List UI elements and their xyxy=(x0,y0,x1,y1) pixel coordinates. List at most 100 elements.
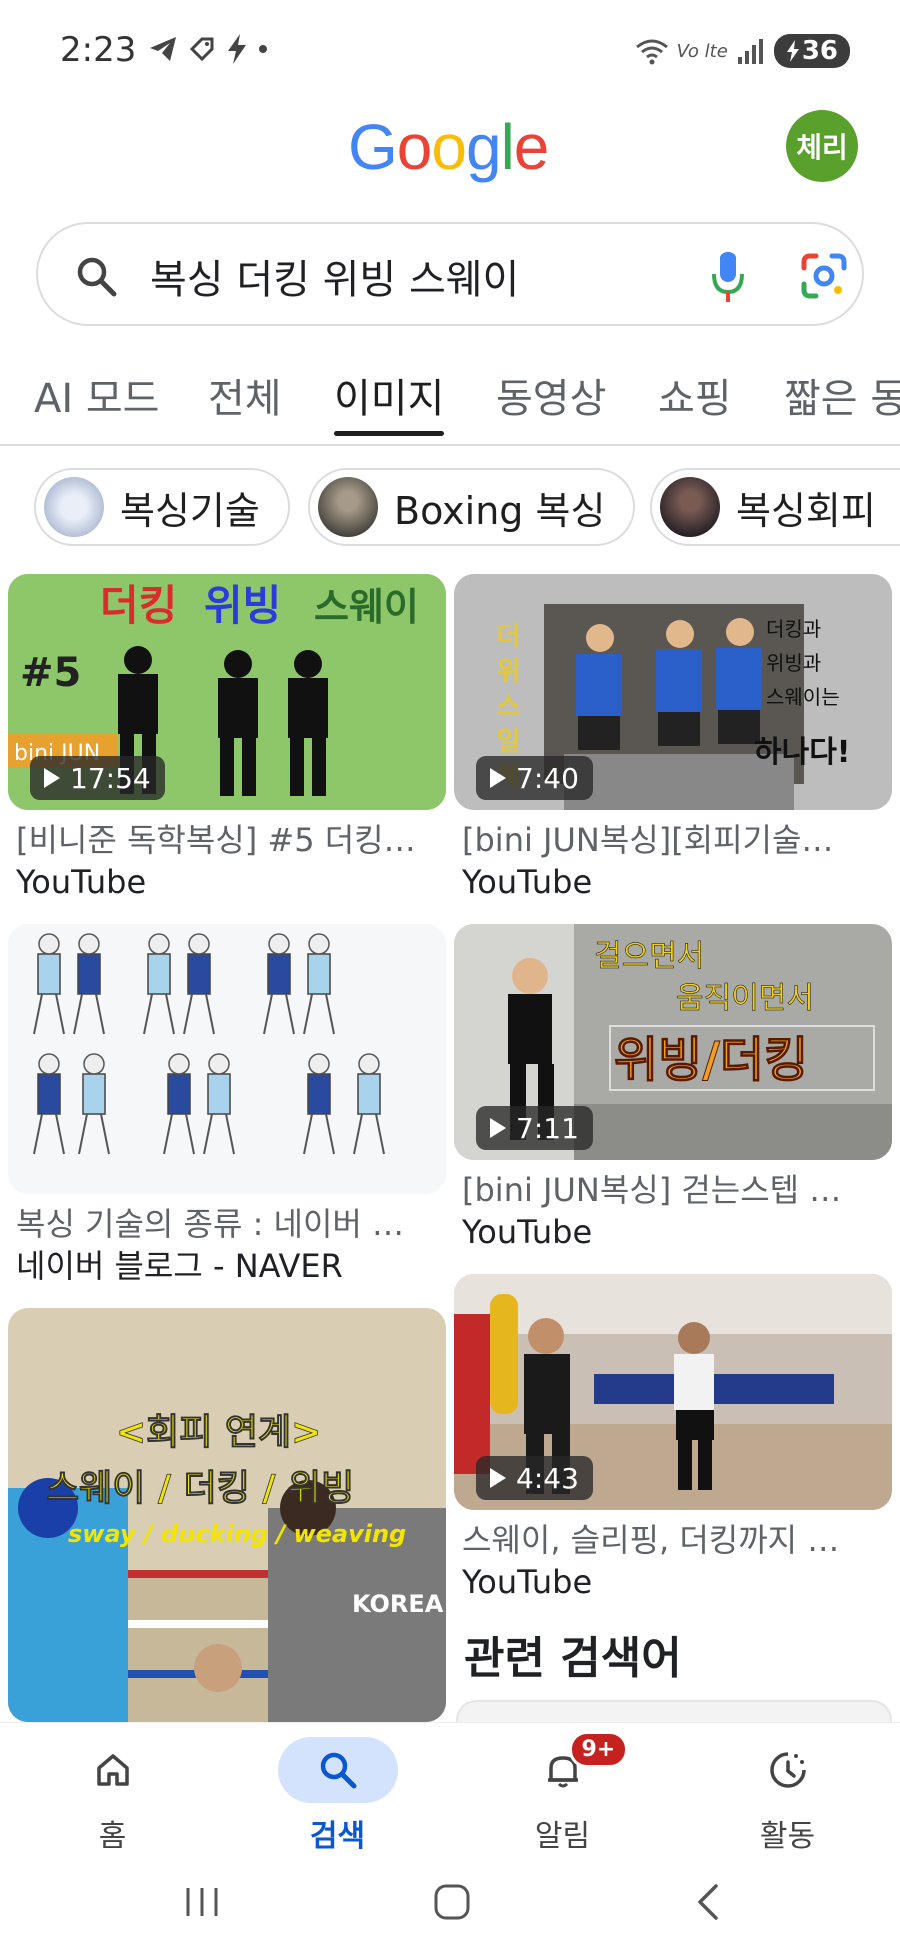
status-notification-icons xyxy=(148,34,268,64)
result-thumbnail: 더 위 스 일 체 더킹과 위빙과 스웨이는 하나다! 7:40 xyxy=(454,574,892,810)
tab-label: 쇼핑 xyxy=(658,376,732,422)
network-label: Vo lte xyxy=(676,40,728,62)
duration-label: 7:11 xyxy=(516,1111,579,1145)
google-logo-letter: o xyxy=(396,111,433,183)
status-system-icons: Vo lte 36 xyxy=(635,34,850,68)
overlay-text: #5 xyxy=(20,650,81,696)
tag-icon xyxy=(189,37,214,62)
boxing-diagram-illustration xyxy=(8,924,446,1194)
overlay-text: 하나다! xyxy=(754,735,850,770)
chip-boxing[interactable]: Boxing 복싱 xyxy=(308,468,636,546)
tab-label: 이미지 xyxy=(334,376,445,422)
back-icon[interactable] xyxy=(690,1882,730,1922)
avatar[interactable]: 체리 xyxy=(786,110,858,182)
nav-label: 알림 xyxy=(534,1819,591,1854)
battery-level: 36 xyxy=(801,36,838,66)
result-thumbnail: 더킹 위빙 스웨이 #5 bini JUN 17:54 xyxy=(8,574,446,810)
tab-shopping[interactable]: 쇼핑 xyxy=(658,366,732,436)
chip-thumbnail xyxy=(660,477,720,537)
dot-icon xyxy=(259,45,267,53)
google-logo-letter: l xyxy=(500,111,515,183)
search-box[interactable] xyxy=(36,222,864,326)
status-time: 2:23 xyxy=(60,30,137,70)
telegram-icon xyxy=(150,37,176,61)
tab-all[interactable]: 전체 xyxy=(208,366,282,436)
result-card[interactable]: 더킹 위빙 스웨이 #5 bini JUN 17:54 [비니준 독학복싱] #… xyxy=(8,574,446,904)
chip-label: 복싱회피 xyxy=(736,488,876,533)
video-duration: 7:40 xyxy=(476,756,593,800)
related-chips: 복싱기술 Boxing 복싱 복싱회피 xyxy=(0,468,900,550)
nav-activity[interactable]: 활동 xyxy=(675,1723,900,1861)
overlay-text: 움직이면서 xyxy=(676,981,814,1016)
avatar-label: 체리 xyxy=(796,131,848,164)
result-thumbnail: 걸으면서 움직이면서 위빙/더킹 7:11 xyxy=(454,924,892,1160)
overlay-text: 위빙/더킹 xyxy=(614,1032,808,1088)
result-title: [bini JUN복싱][회피기술… xyxy=(462,821,834,859)
result-card[interactable]: <회피 연계> 스웨이 / 더킹 / 위빙 sway / ducking / w… xyxy=(8,1308,446,1722)
battery-indicator: 36 xyxy=(773,34,850,68)
play-icon xyxy=(490,1468,506,1488)
nav-home[interactable]: 홈 xyxy=(0,1723,225,1861)
overlay-text: 더킹 xyxy=(100,581,177,630)
result-title: [bini JUN복싱] 걷는스텝 … xyxy=(462,1171,842,1209)
nav-search[interactable]: 검색 xyxy=(225,1723,450,1861)
overlay-text: <회피 연계> xyxy=(116,1412,321,1453)
result-source: 네이버 블로그 - NAVER xyxy=(16,1247,343,1285)
nav-notifications[interactable]: 9+ 알림 xyxy=(450,1723,675,1861)
result-thumbnail: 4:43 xyxy=(454,1274,892,1510)
result-card[interactable]: 4:43 스웨이, 슬리핑, 더킹까지 … YouTube xyxy=(454,1274,892,1604)
result-thumbnail xyxy=(8,924,446,1194)
result-card[interactable]: 더 위 스 일 체 더킹과 위빙과 스웨이는 하나다! 7:40 [bini J… xyxy=(454,574,892,904)
result-title: [비니준 독학복싱] #5 더킹… xyxy=(16,821,416,859)
overlay-text: 위빙 xyxy=(204,581,281,630)
overlay-text: 스웨이 / 더킹 / 위빙 xyxy=(46,1468,354,1509)
overlay-text: sway / ducking / weaving xyxy=(68,1520,406,1548)
google-lens-icon[interactable] xyxy=(800,252,848,300)
system-navigation-bar xyxy=(0,1860,900,1950)
related-searches-heading: 관련 검색어 xyxy=(464,1633,682,1684)
video-duration: 4:43 xyxy=(476,1456,593,1500)
nav-label: 홈 xyxy=(98,1819,127,1854)
result-source: YouTube xyxy=(462,1563,593,1601)
tab-label: 동영상 xyxy=(496,376,607,422)
home-button-icon[interactable] xyxy=(432,1882,472,1922)
chip-boxing-evasion[interactable]: 복싱회피 xyxy=(650,468,900,546)
overlay-text: 스웨이 xyxy=(314,585,419,629)
nav-icon-container: 9+ xyxy=(503,1731,629,1803)
result-title: 스웨이, 슬리핑, 더킹까지 … xyxy=(462,1521,840,1559)
tab-videos[interactable]: 동영상 xyxy=(496,366,606,436)
overlay-text: 걸으면서 xyxy=(594,939,704,974)
result-card[interactable]: 복싱 기술의 종류 : 네이버 … 네이버 블로그 - NAVER xyxy=(8,924,446,1288)
chip-thumbnail xyxy=(44,477,104,537)
result-card[interactable]: 걸으면서 움직이면서 위빙/더킹 7:11 [bini JUN복싱] 걷는스텝 … xyxy=(454,924,892,1254)
google-logo-letter: e xyxy=(513,111,550,183)
duration-label: 17:54 xyxy=(70,761,151,795)
tab-images[interactable]: 이미지 xyxy=(334,366,445,436)
tab-ai-mode[interactable]: AI 모드 xyxy=(34,366,159,436)
tab-short-videos[interactable]: 짧은 동 xyxy=(784,366,900,436)
nav-label: 검색 xyxy=(309,1819,366,1854)
search-input[interactable] xyxy=(150,248,690,304)
result-source: YouTube xyxy=(16,863,147,901)
google-logo-letter: g xyxy=(465,111,502,183)
google-logo-letter: G xyxy=(348,111,398,183)
chip-label: 복싱기술 xyxy=(120,488,260,533)
tab-label: 짧은 동 xyxy=(784,376,900,422)
video-duration: 7:11 xyxy=(476,1106,593,1150)
mic-icon[interactable] xyxy=(710,250,746,304)
search-tabs: AI 모드 전체 이미지 동영상 쇼핑 짧은 동 xyxy=(0,356,900,446)
result-title: 복싱 기술의 종류 : 네이버 … xyxy=(16,1205,405,1243)
recents-icon[interactable] xyxy=(182,1882,222,1922)
signal-icon xyxy=(737,39,763,64)
result-thumbnail: <회피 연계> 스웨이 / 더킹 / 위빙 sway / ducking / w… xyxy=(8,1308,446,1722)
play-icon xyxy=(44,768,60,788)
tab-label: AI 모드 xyxy=(34,376,160,422)
chip-boxing-technique[interactable]: 복싱기술 xyxy=(34,468,290,546)
wifi-icon xyxy=(635,39,668,65)
play-icon xyxy=(490,1118,506,1138)
tab-label: 전체 xyxy=(208,376,282,422)
play-icon xyxy=(490,768,506,788)
duration-label: 4:43 xyxy=(516,1461,579,1495)
result-source: YouTube xyxy=(462,1213,593,1251)
google-logo: Google xyxy=(348,110,550,184)
